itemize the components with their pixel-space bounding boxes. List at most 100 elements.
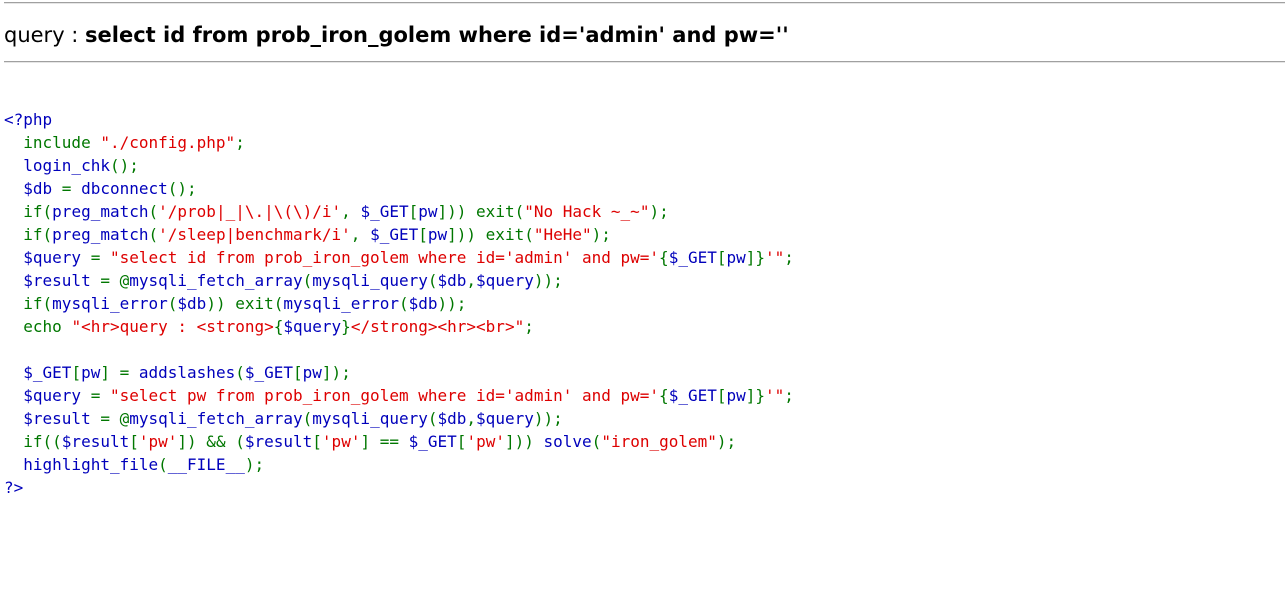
code-token: mysqli_error xyxy=(52,294,168,313)
code-token: ])) exit( xyxy=(437,202,525,221)
code-token: $_GET xyxy=(4,363,72,382)
code-token: = xyxy=(90,386,110,405)
code-token: ; xyxy=(235,133,245,152)
code-line: login_chk(); xyxy=(4,154,794,177)
code-token: "iron_golem" xyxy=(601,432,717,451)
code-token: ( xyxy=(398,294,409,313)
code-token: { xyxy=(659,386,669,405)
code-token: '/prob|_|\.|\(\)/i' xyxy=(158,202,342,221)
code-token: [ xyxy=(456,432,467,451)
code-token: login_chk xyxy=(4,156,110,175)
code-token: $query xyxy=(4,248,91,267)
code-line: if(mysqli_error($db)) exit(mysqli_error(… xyxy=(4,292,794,315)
code-token: mysqli_query xyxy=(312,271,428,290)
code-line: <?php xyxy=(4,108,794,131)
code-token: $query xyxy=(4,386,91,405)
code-token: ( xyxy=(427,271,438,290)
code-token: $db xyxy=(437,409,467,428)
code-token: 'pw' xyxy=(466,432,505,451)
code-token: = xyxy=(61,179,82,198)
code-token: $db xyxy=(177,294,207,313)
code-token: "No Hack ~_~" xyxy=(524,202,650,221)
query-display: query : select id from prob_iron_golem w… xyxy=(4,21,789,49)
code-token: mysqli_fetch_array xyxy=(129,409,303,428)
code-line: $result = @mysqli_fetch_array(mysqli_que… xyxy=(4,269,794,292)
code-token: mysqli_fetch_array xyxy=(129,271,303,290)
code-token: $_GET xyxy=(370,225,419,244)
code-token: addslashes xyxy=(138,363,236,382)
code-token: , xyxy=(350,225,371,244)
code-token: 'pw' xyxy=(321,432,361,451)
code-token: ( xyxy=(167,294,178,313)
code-line: $query = "select pw from prob_iron_golem… xyxy=(4,384,794,407)
code-token: $_GET xyxy=(360,202,409,221)
code-token: "select id from prob_iron_golem where id… xyxy=(109,248,660,267)
code-token: pw xyxy=(726,248,746,267)
code-token: ( xyxy=(148,225,159,244)
code-token: ( xyxy=(302,409,313,428)
code-token: = @ xyxy=(100,409,130,428)
code-token: preg_match xyxy=(52,202,149,221)
code-line: if(preg_match('/prob|_|\.|\(\)/i', $_GET… xyxy=(4,200,794,223)
code-token: ( xyxy=(148,202,159,221)
code-token: ); xyxy=(591,225,611,244)
code-token: )); xyxy=(437,294,467,313)
code-token: [ xyxy=(408,202,419,221)
code-token: </strong><hr><br>" xyxy=(350,317,525,336)
code-token: [ xyxy=(71,363,82,382)
code-token: '/sleep|benchmark/i' xyxy=(158,225,351,244)
bottom-horizontal-rule xyxy=(4,61,1285,63)
code-token: ; xyxy=(524,317,534,336)
code-token: pw xyxy=(726,386,746,405)
code-token: = @ xyxy=(100,271,130,290)
code-line: $_GET[pw] = addslashes($_GET[pw]); xyxy=(4,361,794,384)
code-token: )); xyxy=(533,409,563,428)
code-token: mysqli_error xyxy=(283,294,399,313)
code-line: if(preg_match('/sleep|benchmark/i', $_GE… xyxy=(4,223,794,246)
code-token: (); xyxy=(109,156,139,175)
code-token: "./config.php" xyxy=(100,133,236,152)
code-token: ); xyxy=(244,455,265,474)
code-token: '" xyxy=(765,386,785,405)
code-token: $_GET xyxy=(668,386,717,405)
code-line: $query = "select id from prob_iron_golem… xyxy=(4,246,794,269)
code-token: $query xyxy=(476,271,534,290)
query-prefix-label: query : xyxy=(4,23,86,47)
code-token: pw xyxy=(427,225,448,244)
code-token: include xyxy=(23,133,101,152)
code-token: highlight_file xyxy=(4,455,159,474)
code-token: [ xyxy=(716,386,727,405)
code-token: if( xyxy=(23,294,53,313)
code-token: } xyxy=(341,317,351,336)
code-token: ?> xyxy=(4,478,24,497)
code-token: $_GET xyxy=(408,432,457,451)
code-line: echo "<hr>query : <strong>{$query}</stro… xyxy=(4,315,794,338)
php-source-code: <?php include "./config.php"; login_chk(… xyxy=(4,108,794,499)
code-token: $_GET xyxy=(668,248,717,267)
code-token: ]} xyxy=(745,248,766,267)
code-token: [ xyxy=(293,363,303,382)
code-token: preg_match xyxy=(52,225,149,244)
code-token: $result xyxy=(4,409,101,428)
code-line: $db = dbconnect(); xyxy=(4,177,794,200)
code-token: )) exit( xyxy=(206,294,284,313)
code-token: ); xyxy=(649,202,669,221)
code-token: pw xyxy=(302,363,322,382)
code-token: = xyxy=(90,248,110,267)
code-token: ( xyxy=(235,363,245,382)
code-token: solve xyxy=(543,432,592,451)
code-token: $query xyxy=(283,317,342,336)
code-line: include "./config.php"; xyxy=(4,131,794,154)
code-token: if( xyxy=(23,202,53,221)
code-token: [ xyxy=(418,225,428,244)
code-token: ( xyxy=(591,432,602,451)
code-token: ])) exit( xyxy=(447,225,534,244)
code-token: , xyxy=(466,409,477,428)
top-horizontal-rule xyxy=(4,2,1285,4)
code-token: <?php xyxy=(4,110,53,129)
